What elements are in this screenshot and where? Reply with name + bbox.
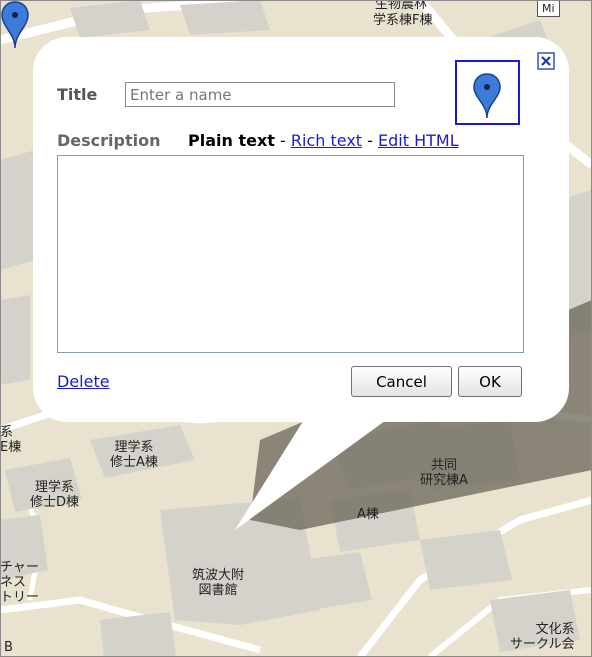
ok-button[interactable]: OK [458,366,522,397]
close-icon[interactable] [537,52,555,70]
rich-text-link[interactable]: Rich text [291,131,362,150]
description-label: Description [57,131,161,150]
edit-html-link[interactable]: Edit HTML [378,131,459,150]
mode-separator: - [367,131,373,150]
delete-link[interactable]: Delete [57,372,110,391]
placemark-icon-button[interactable] [455,60,520,125]
description-mode-switcher: Plain text - Rich text - Edit HTML [188,131,459,150]
title-label: Title [57,85,98,104]
description-textarea[interactable] [57,155,524,353]
plain-text-mode: Plain text [188,131,275,150]
blue-placemark-icon [473,73,501,119]
title-input[interactable] [125,82,395,107]
mode-separator: - [280,131,286,150]
cancel-button[interactable]: Cancel [351,366,452,397]
